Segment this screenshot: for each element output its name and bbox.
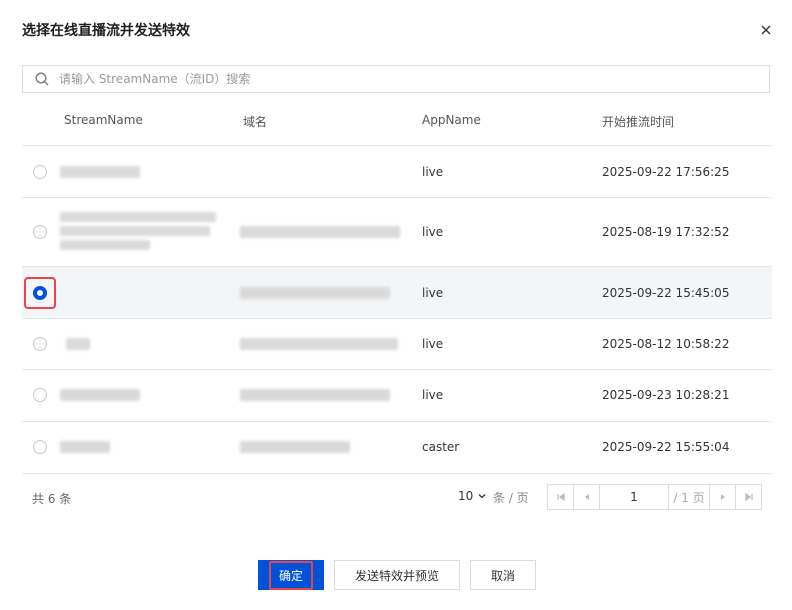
stream-name-redacted xyxy=(60,166,140,178)
row-radio-checked[interactable] xyxy=(33,286,47,300)
start-time: 2025-09-22 15:55:04 xyxy=(602,440,730,454)
last-page-button[interactable] xyxy=(735,485,761,509)
search-icon xyxy=(35,72,49,86)
row-radio[interactable] xyxy=(33,388,47,402)
row-radio[interactable] xyxy=(33,337,47,351)
per-page-label: 条 / 页 xyxy=(493,491,529,505)
page-number-input[interactable] xyxy=(600,485,669,509)
app-name: live xyxy=(422,337,444,351)
domain-redacted xyxy=(240,389,390,401)
prev-page-button[interactable] xyxy=(574,485,600,509)
start-time: 2025-08-19 17:32:52 xyxy=(602,225,730,239)
cancel-button[interactable]: 取消 xyxy=(470,560,536,590)
table-row-selected[interactable]: live 2025-09-22 15:45:05 xyxy=(22,267,772,318)
start-time: 2025-09-22 17:56:25 xyxy=(602,165,730,179)
domain-redacted xyxy=(240,338,398,350)
dialog-title: 选择在线直播流并发送特效 xyxy=(22,23,190,39)
table-row[interactable]: live 2025-08-12 10:58:22 xyxy=(22,319,772,369)
search-input[interactable] xyxy=(57,66,769,92)
first-page-icon xyxy=(556,492,565,502)
column-header-appname: AppName xyxy=(422,113,481,127)
table-row[interactable]: live 2025-09-23 10:28:21 xyxy=(22,370,772,421)
app-name: live xyxy=(422,225,444,239)
next-page-icon xyxy=(720,494,725,500)
first-page-button[interactable] xyxy=(548,485,574,509)
start-time: 2025-09-22 15:45:05 xyxy=(602,286,730,300)
domain-redacted xyxy=(240,287,390,299)
domain-redacted xyxy=(240,226,400,238)
search-box[interactable] xyxy=(22,65,770,93)
stream-name-redacted xyxy=(60,240,150,250)
table-row[interactable]: live 2025-08-19 17:32:52 xyxy=(22,198,772,266)
page-size-select[interactable]: 10 xyxy=(458,489,487,503)
close-icon[interactable] xyxy=(758,22,774,38)
stream-name-redacted xyxy=(66,338,90,350)
prev-page-icon xyxy=(584,494,589,500)
confirm-button[interactable]: 确定 xyxy=(258,560,324,590)
table-row[interactable]: caster 2025-09-22 15:55:04 xyxy=(22,422,772,473)
stream-name-redacted xyxy=(60,226,210,236)
pager: / 1 页 xyxy=(547,484,762,510)
app-name: caster xyxy=(422,440,460,454)
page-size-value: 10 xyxy=(458,489,474,503)
chevron-down-icon xyxy=(478,494,486,499)
page-count: / 1 页 xyxy=(673,490,705,505)
row-radio[interactable] xyxy=(33,225,47,239)
stream-name-redacted xyxy=(60,212,216,222)
next-page-button[interactable] xyxy=(709,485,735,509)
start-time: 2025-08-12 10:58:22 xyxy=(602,337,730,351)
app-name: live xyxy=(422,388,444,402)
stream-name-redacted xyxy=(60,389,140,401)
table-row[interactable]: live 2025-09-22 17:56:25 xyxy=(22,146,772,197)
confirm-button-label: 确定 xyxy=(268,560,313,590)
app-name: live xyxy=(422,165,444,179)
row-radio[interactable] xyxy=(33,165,47,179)
start-time: 2025-09-23 10:28:21 xyxy=(602,388,730,402)
domain-redacted xyxy=(240,441,350,453)
row-divider xyxy=(22,473,772,474)
column-header-streamname: StreamName xyxy=(64,113,143,127)
dialog: 选择在线直播流并发送特效 StreamName 域名 AppName 开始推流时… xyxy=(0,0,792,610)
last-page-icon xyxy=(744,492,753,502)
row-radio[interactable] xyxy=(33,440,47,454)
stream-name-redacted xyxy=(60,441,110,453)
app-name: live xyxy=(422,286,444,300)
send-preview-button[interactable]: 发送特效并预览 xyxy=(334,560,460,590)
column-header-domain: 域名 xyxy=(243,115,268,129)
total-count: 共 6 条 xyxy=(32,492,72,506)
column-header-start-time: 开始推流时间 xyxy=(602,115,675,129)
